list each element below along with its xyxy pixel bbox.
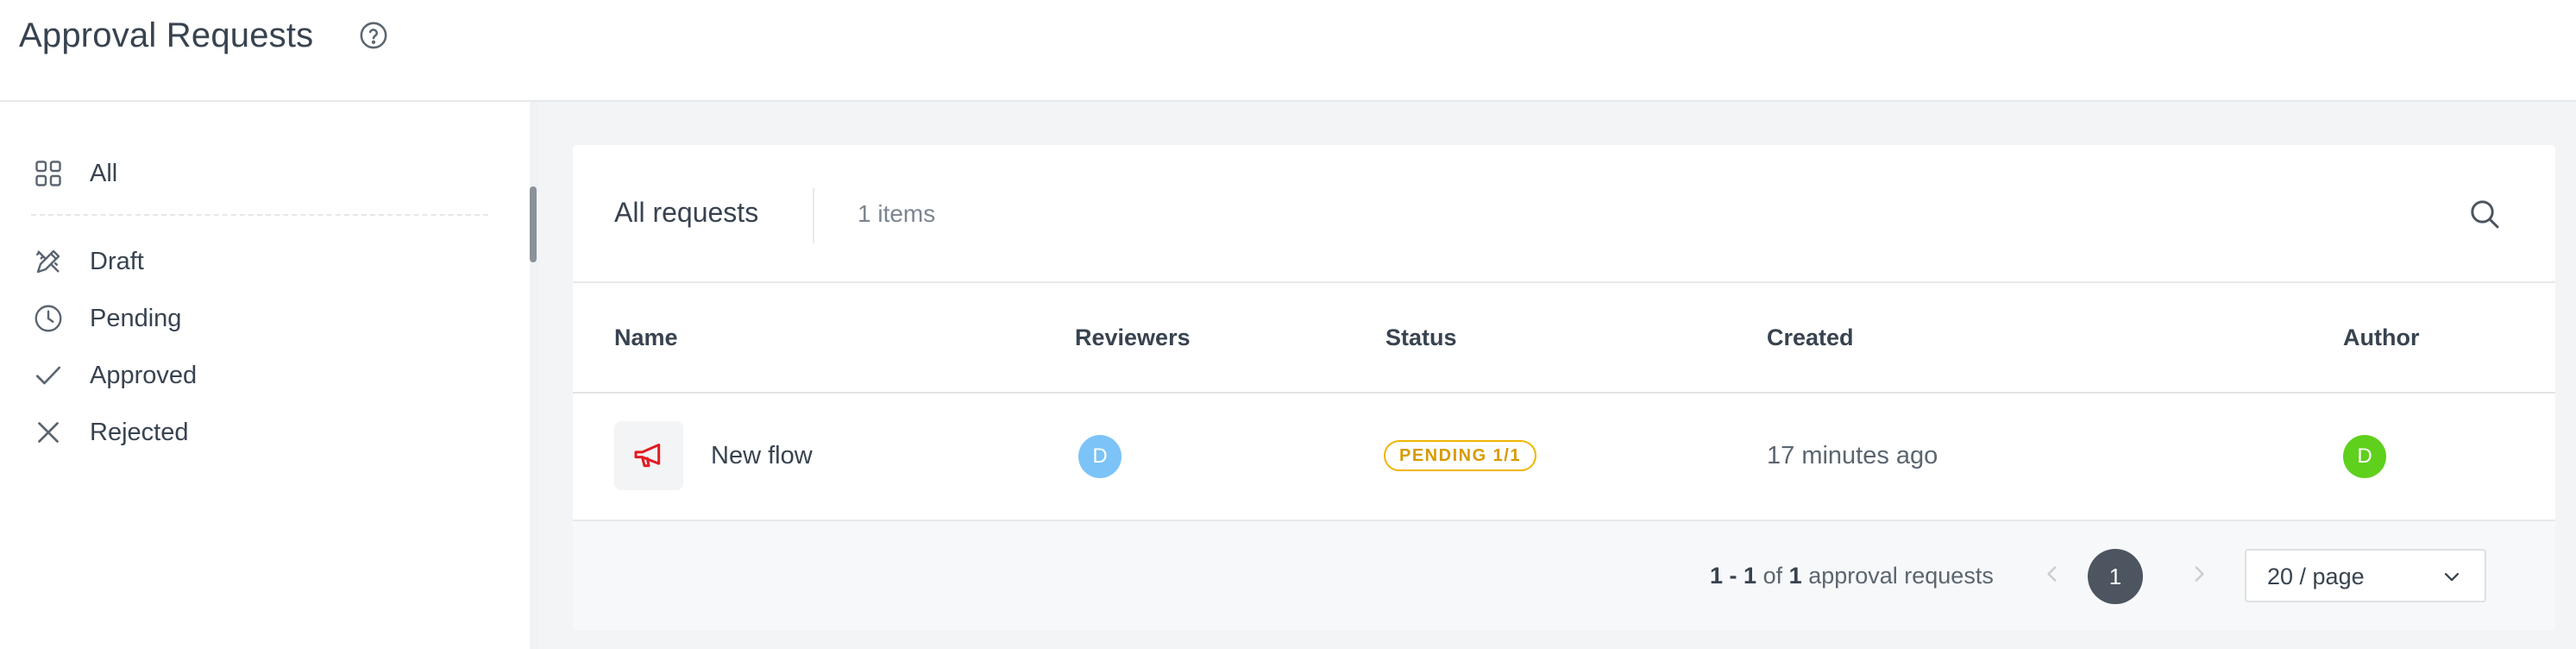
table-footer: 1 - 1 of 1 approval requests 1 20 / page <box>573 521 2555 630</box>
sidebar-item-approved[interactable]: Approved <box>31 354 197 397</box>
sidebar-item-rejected[interactable]: Rejected <box>31 411 188 454</box>
page-title: Approval Requests <box>19 16 314 54</box>
pencil-ruler-icon <box>31 244 66 279</box>
range-total: 1 <box>1788 563 1802 589</box>
column-header-name[interactable]: Name <box>614 324 678 351</box>
page-size-select[interactable]: 20 / page <box>2245 549 2486 602</box>
flow-name[interactable]: New flow <box>711 442 813 470</box>
table-row[interactable]: New flow D PENDING 1/1 17 minutes ago D <box>573 394 2555 521</box>
column-header-created[interactable]: Created <box>1767 324 1854 351</box>
pagination-range: 1 - 1 of 1 approval requests <box>1710 563 1994 589</box>
range-start: 1 <box>1710 563 1724 589</box>
sidebar-item-label: Pending <box>90 304 182 332</box>
chevron-left-icon[interactable] <box>2039 561 2065 587</box>
item-count: 1 items <box>858 200 936 227</box>
megaphone-icon <box>634 444 661 468</box>
sidebar-item-label: Draft <box>90 247 144 275</box>
check-icon <box>31 358 66 393</box>
top-bar: Approval Requests <box>0 0 2576 102</box>
table-header: Name Reviewers Status Created Author <box>573 283 2555 394</box>
page-size-value: 20 / page <box>2267 564 2365 589</box>
reviewer-avatar[interactable]: D <box>1078 435 1122 478</box>
chevron-right-icon[interactable] <box>2186 561 2212 587</box>
status-badge: PENDING 1/1 <box>1384 440 1536 471</box>
requests-card: All requests 1 items Name Reviewers Stat… <box>573 145 2555 630</box>
sidebar: All Draft Pending Approved Rejected <box>0 102 530 649</box>
help-circle-icon[interactable] <box>359 21 388 50</box>
clock-icon <box>31 301 66 336</box>
sidebar-item-label: Approved <box>90 361 198 389</box>
author-avatar[interactable]: D <box>2343 435 2386 478</box>
sidebar-scrollbar-track[interactable] <box>530 102 538 649</box>
card-title: All requests <box>614 197 759 228</box>
column-header-reviewers[interactable]: Reviewers <box>1075 324 1191 351</box>
sidebar-item-all[interactable]: All <box>31 152 117 195</box>
flow-icon-container <box>614 421 683 490</box>
card-header: All requests 1 items <box>573 145 2555 283</box>
header-separator <box>813 188 814 243</box>
sidebar-item-pending[interactable]: Pending <box>31 297 181 340</box>
column-header-author[interactable]: Author <box>2343 324 2419 351</box>
column-header-status[interactable]: Status <box>1385 324 1457 351</box>
x-icon <box>31 415 66 450</box>
search-icon[interactable] <box>2467 197 2502 231</box>
sidebar-item-label: Rejected <box>90 418 189 446</box>
sidebar-item-draft[interactable]: Draft <box>31 240 144 283</box>
sidebar-item-label: All <box>90 159 118 187</box>
range-of-label: of <box>1762 563 1783 589</box>
created-time: 17 minutes ago <box>1767 442 1938 469</box>
range-suffix: approval requests <box>1808 563 1994 589</box>
pagination-current-page[interactable]: 1 <box>2088 549 2143 604</box>
grid-icon <box>31 156 66 191</box>
sidebar-divider <box>31 214 488 216</box>
range-end: 1 <box>1744 563 1757 589</box>
chevron-down-icon <box>2444 572 2460 582</box>
sidebar-scrollbar-thumb[interactable] <box>530 186 537 262</box>
